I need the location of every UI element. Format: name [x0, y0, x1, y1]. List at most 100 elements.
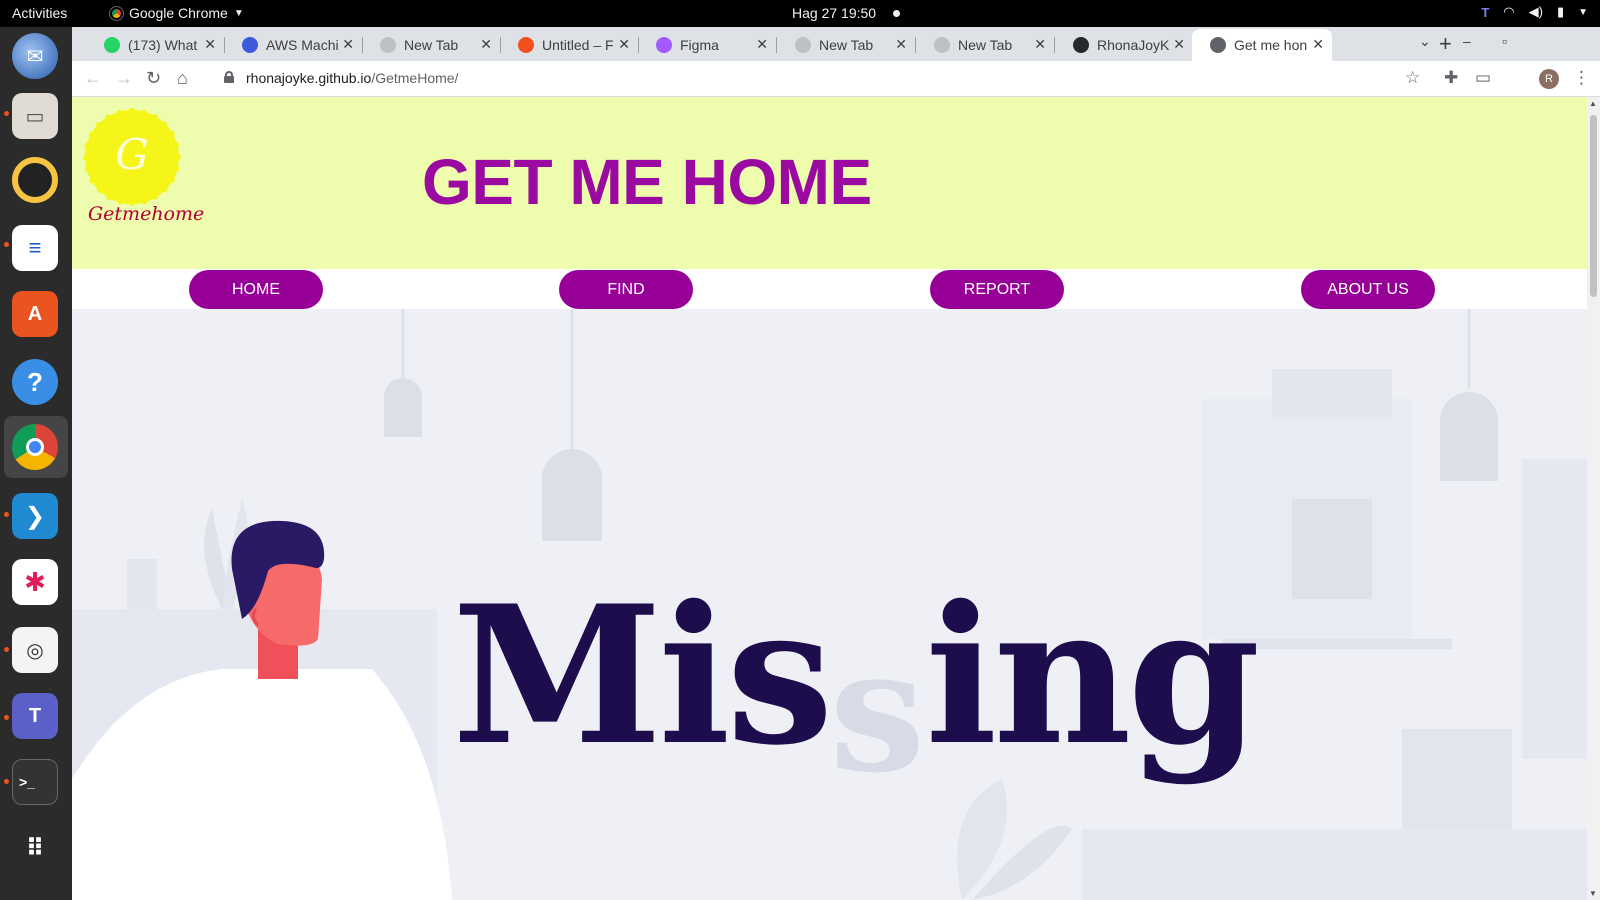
extensions-icon[interactable]: ✚ [1444, 68, 1458, 88]
tab-close-icon[interactable]: ✕ [756, 36, 768, 53]
site-nav: HOME FIND REPORT ABOUT US [72, 269, 1587, 309]
tab-title: New Tab [819, 37, 874, 53]
scrollbar-thumb[interactable] [1590, 115, 1597, 297]
tab-close-icon[interactable]: ✕ [1312, 36, 1324, 53]
nav-about-button[interactable]: ABOUT US [1301, 270, 1435, 309]
system-tray[interactable]: T ◠ ◀) ▮ ▼ [1481, 4, 1588, 20]
tab-close-icon[interactable]: ✕ [895, 36, 907, 53]
figma-icon [518, 37, 534, 53]
clock[interactable]: Hag 27 19:50 [792, 5, 876, 21]
software-center-icon[interactable]: A [12, 291, 58, 337]
browser-tab[interactable]: Untitled – F ✕ [500, 29, 638, 61]
figma-icon [656, 37, 672, 53]
scroll-up-icon[interactable]: ▲ [1589, 99, 1597, 108]
whatsapp-icon [104, 37, 120, 53]
scroll-down-icon[interactable]: ▼ [1589, 889, 1597, 898]
app-menu-label: Google Chrome [129, 5, 228, 21]
browser-tab[interactable]: Get me hon ✕ [1192, 29, 1332, 61]
logo-badge[interactable]: G [83, 108, 181, 206]
slack-icon[interactable]: ✱ [12, 559, 58, 605]
wifi-icon: ◠ [1503, 4, 1515, 19]
nav-report-button[interactable]: REPORT [930, 270, 1064, 309]
tab-close-icon[interactable]: ✕ [1034, 36, 1046, 53]
app-menu[interactable]: Google Chrome ▼ [109, 5, 244, 21]
browser-tab[interactable]: (173) What ✕ [86, 29, 224, 61]
tab-close-icon[interactable]: ✕ [1173, 36, 1185, 53]
vscode-icon[interactable]: ❯ [12, 493, 58, 539]
chrome-dock-icon[interactable] [12, 424, 58, 470]
tab-title: RhonaJoyK [1097, 37, 1170, 53]
lock-icon[interactable] [224, 71, 234, 83]
browser-tab[interactable]: New Tab ✕ [916, 29, 1054, 61]
address-bar[interactable]: rhonajoyke.github.io/GetmeHome/ [246, 70, 458, 86]
help-icon[interactable]: ? [12, 359, 58, 405]
hero-word-ghost: s [829, 611, 926, 811]
notification-dot [893, 10, 900, 17]
battery-icon: ▮ [1556, 4, 1565, 19]
browser-tab[interactable]: AWS Machi ✕ [224, 29, 362, 61]
nav-find-button[interactable]: FIND [559, 270, 693, 309]
logo-letter: G [115, 130, 149, 179]
page-scrollbar[interactable]: ▲ ▼ [1587, 97, 1600, 900]
tab-title: Untitled – F [542, 37, 614, 53]
github-icon [1073, 37, 1089, 53]
hero-word-left: Mis [452, 564, 833, 787]
system-top-bar: Activities Google Chrome ▼ Hag 27 19:50 … [0, 0, 1600, 27]
tab-title: Figma [680, 37, 719, 53]
profile-avatar[interactable]: R [1539, 69, 1559, 89]
volume-icon: ◀) [1528, 4, 1543, 19]
forward-icon[interactable]: → [115, 68, 133, 89]
tab-title: New Tab [404, 37, 459, 53]
nav-home-button[interactable]: HOME [189, 270, 323, 309]
running-indicator [4, 111, 9, 116]
reload-icon[interactable]: ↻ [146, 68, 161, 89]
menu-icon[interactable]: ⋮ [1573, 68, 1590, 88]
show-apps-icon[interactable]: ⠿ [12, 825, 58, 871]
tab-close-icon[interactable]: ✕ [342, 36, 354, 53]
tab-title: New Tab [958, 37, 1013, 53]
chrome-icon [109, 5, 124, 21]
tab-title: (173) What [128, 37, 198, 53]
browser-tab[interactable]: New Tab ✕ [362, 29, 500, 61]
teams-tray-icon[interactable]: T [1481, 5, 1489, 20]
chevron-down-icon: ▼ [233, 7, 244, 19]
activities-button[interactable]: Activities [12, 5, 67, 21]
restore-icon[interactable]: ▫ [1502, 33, 1507, 49]
writer-icon[interactable]: ≡ [12, 225, 58, 271]
tab-search-icon[interactable]: ⌄ [1419, 33, 1431, 50]
tab-close-icon[interactable]: ✕ [480, 36, 492, 53]
system-menu-chevron-icon[interactable]: ▼ [1578, 7, 1588, 18]
cast-icon[interactable]: ▭ [1475, 68, 1491, 88]
minimize-icon[interactable]: – [1463, 33, 1471, 49]
rhythmbox-icon[interactable] [12, 157, 58, 203]
home-icon[interactable]: ⌂ [177, 68, 188, 89]
tab-strip: (173) What ✕ AWS Machi ✕ New Tab ✕ Untitled – … [72, 27, 1600, 61]
running-indicator [4, 242, 9, 247]
back-icon[interactable]: ← [84, 68, 102, 89]
running-indicator [4, 647, 9, 652]
tab-title: Get me hon [1234, 37, 1308, 53]
files-icon[interactable]: ▭ [12, 93, 58, 139]
hero-missing-text: Missing [452, 581, 1260, 797]
running-indicator [4, 512, 9, 517]
udemy-icon [242, 37, 258, 53]
new-tab-button[interactable]: + [1439, 31, 1452, 57]
site-header: G Getmehome GET ME HOME [72, 97, 1587, 269]
page-title: GET ME HOME [422, 146, 872, 218]
document-viewer-icon[interactable]: ◎ [12, 627, 58, 673]
bookmark-star-icon[interactable]: ☆ [1405, 68, 1420, 88]
browser-tab[interactable]: RhonaJoyK ✕ [1055, 29, 1193, 61]
hero-word-right: ing [925, 564, 1260, 787]
terminal-icon[interactable]: >_ [12, 759, 58, 805]
teams-icon[interactable]: T [12, 693, 58, 739]
logo-text: Getmehome [88, 203, 205, 225]
tab-close-icon[interactable]: ✕ [618, 36, 630, 53]
browser-tab[interactable]: Figma ✕ [638, 29, 776, 61]
tab-close-icon[interactable]: ✕ [204, 36, 216, 53]
browser-tab[interactable]: New Tab ✕ [777, 29, 915, 61]
chrome-icon [934, 37, 950, 53]
running-indicator [4, 715, 9, 720]
browser-toolbar: ← → ↻ ⌂ rhonajoyke.github.io/GetmeHome/ … [72, 61, 1600, 97]
thunderbird-icon[interactable]: ✉ [12, 33, 58, 79]
chrome-icon [380, 37, 396, 53]
